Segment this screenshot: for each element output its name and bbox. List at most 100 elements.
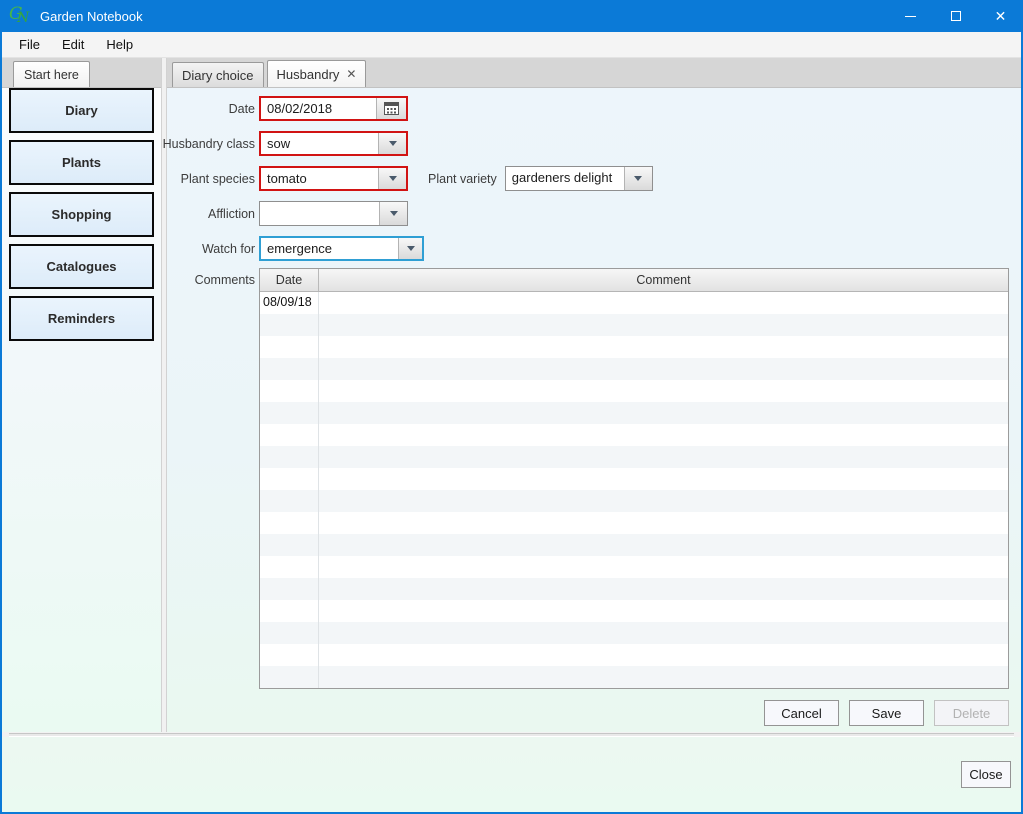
cell-date[interactable] — [260, 314, 319, 336]
table-row[interactable] — [260, 666, 1008, 688]
table-row[interactable] — [260, 358, 1008, 380]
cell-comment[interactable] — [319, 336, 1008, 358]
sidebar-item-shopping[interactable]: Shopping — [9, 192, 154, 237]
sidebar-item-plants[interactable]: Plants — [9, 140, 154, 185]
minimize-button[interactable] — [888, 0, 933, 32]
table-row[interactable]: 08/09/18 — [260, 292, 1008, 314]
cell-comment[interactable] — [319, 666, 1008, 688]
cell-date[interactable] — [260, 556, 319, 578]
save-button[interactable]: Save — [849, 700, 924, 726]
table-row[interactable] — [260, 578, 1008, 600]
cell-comment[interactable] — [319, 578, 1008, 600]
table-row[interactable] — [260, 402, 1008, 424]
table-row[interactable] — [260, 468, 1008, 490]
dropdown-button[interactable] — [398, 238, 422, 259]
date-row: Date 08/02/2018 — [169, 96, 1009, 121]
tab-husbandry[interactable]: Husbandry✕ — [267, 60, 367, 87]
cell-date[interactable] — [260, 358, 319, 380]
cell-date[interactable]: 08/09/18 — [260, 292, 319, 314]
column-header-date[interactable]: Date — [260, 269, 319, 291]
watch-for-combobox[interactable]: emergence — [259, 236, 424, 261]
calendar-button[interactable] — [376, 98, 406, 119]
table-row[interactable] — [260, 314, 1008, 336]
affliction-value — [260, 202, 379, 225]
cell-comment[interactable] — [319, 314, 1008, 336]
maximize-button[interactable] — [933, 0, 978, 32]
table-row[interactable] — [260, 446, 1008, 468]
table-row[interactable] — [260, 512, 1008, 534]
husbandry-class-value: sow — [261, 133, 378, 154]
table-row[interactable] — [260, 534, 1008, 556]
cell-comment[interactable] — [319, 556, 1008, 578]
cell-date[interactable] — [260, 644, 319, 666]
cell-comment[interactable] — [319, 490, 1008, 512]
menu-bar: FileEditHelp — [2, 32, 1021, 58]
cell-date[interactable] — [260, 666, 319, 688]
date-input[interactable]: 08/02/2018 — [261, 98, 376, 119]
plant-variety-label: Plant variety — [428, 172, 497, 186]
cell-comment[interactable] — [319, 380, 1008, 402]
form-actions: Cancel Save Delete — [169, 700, 1009, 726]
cell-date[interactable] — [260, 578, 319, 600]
app-area: Start here Diary Plants Shopping Catalogues… — [2, 58, 1021, 732]
menu-item-file[interactable]: File — [8, 32, 51, 57]
tab-start-here[interactable]: Start here — [13, 61, 90, 87]
table-row[interactable] — [260, 424, 1008, 446]
close-window-button[interactable]: ✕ — [978, 0, 1023, 32]
cancel-button[interactable]: Cancel — [764, 700, 839, 726]
cell-date[interactable] — [260, 380, 319, 402]
cell-date[interactable] — [260, 336, 319, 358]
plant-species-row: Plant species tomato Plant variety garde… — [169, 166, 1009, 191]
menu-item-help[interactable]: Help — [95, 32, 144, 57]
plant-variety-dropdown[interactable]: gardeners delight — [505, 166, 653, 191]
cell-date[interactable] — [260, 534, 319, 556]
table-row[interactable] — [260, 644, 1008, 666]
column-header-comment[interactable]: Comment — [319, 269, 1008, 291]
sidebar-item-reminders[interactable]: Reminders — [9, 296, 154, 341]
cell-comment[interactable] — [319, 358, 1008, 380]
chevron-down-icon — [407, 246, 415, 251]
dropdown-button[interactable] — [624, 167, 652, 190]
cell-date[interactable] — [260, 490, 319, 512]
cell-comment[interactable] — [319, 424, 1008, 446]
plant-species-dropdown[interactable]: tomato — [259, 166, 408, 191]
cell-comment[interactable] — [319, 402, 1008, 424]
cell-comment[interactable] — [319, 622, 1008, 644]
dropdown-button[interactable] — [378, 168, 406, 189]
cell-date[interactable] — [260, 468, 319, 490]
sidebar-item-diary[interactable]: Diary — [9, 88, 154, 133]
watch-for-label: Watch for — [169, 242, 255, 256]
watch-for-input[interactable]: emergence — [261, 238, 398, 259]
affliction-dropdown[interactable] — [259, 201, 408, 226]
cell-comment[interactable] — [319, 468, 1008, 490]
dropdown-button[interactable] — [379, 202, 407, 225]
cell-comment[interactable] — [319, 446, 1008, 468]
cell-comment[interactable] — [319, 644, 1008, 666]
delete-button[interactable]: Delete — [934, 700, 1009, 726]
sidebar-item-catalogues[interactable]: Catalogues — [9, 244, 154, 289]
cell-comment[interactable] — [319, 600, 1008, 622]
table-row[interactable] — [260, 622, 1008, 644]
table-row[interactable] — [260, 556, 1008, 578]
chevron-down-icon — [390, 211, 398, 216]
cell-date[interactable] — [260, 446, 319, 468]
cell-comment[interactable] — [319, 512, 1008, 534]
comments-label: Comments — [169, 273, 255, 287]
tab-close-icon[interactable]: ✕ — [346, 67, 356, 81]
table-row[interactable] — [260, 380, 1008, 402]
cell-comment[interactable] — [319, 534, 1008, 556]
dropdown-button[interactable] — [378, 133, 406, 154]
table-row[interactable] — [260, 600, 1008, 622]
cell-comment[interactable] — [319, 292, 1008, 314]
cell-date[interactable] — [260, 622, 319, 644]
cell-date[interactable] — [260, 512, 319, 534]
table-row[interactable] — [260, 336, 1008, 358]
table-row[interactable] — [260, 490, 1008, 512]
cell-date[interactable] — [260, 424, 319, 446]
menu-item-edit[interactable]: Edit — [51, 32, 95, 57]
cell-date[interactable] — [260, 402, 319, 424]
husbandry-class-dropdown[interactable]: sow — [259, 131, 408, 156]
cell-date[interactable] — [260, 600, 319, 622]
close-button[interactable]: Close — [961, 761, 1011, 788]
tab-diary-choice[interactable]: Diary choice — [172, 62, 264, 87]
